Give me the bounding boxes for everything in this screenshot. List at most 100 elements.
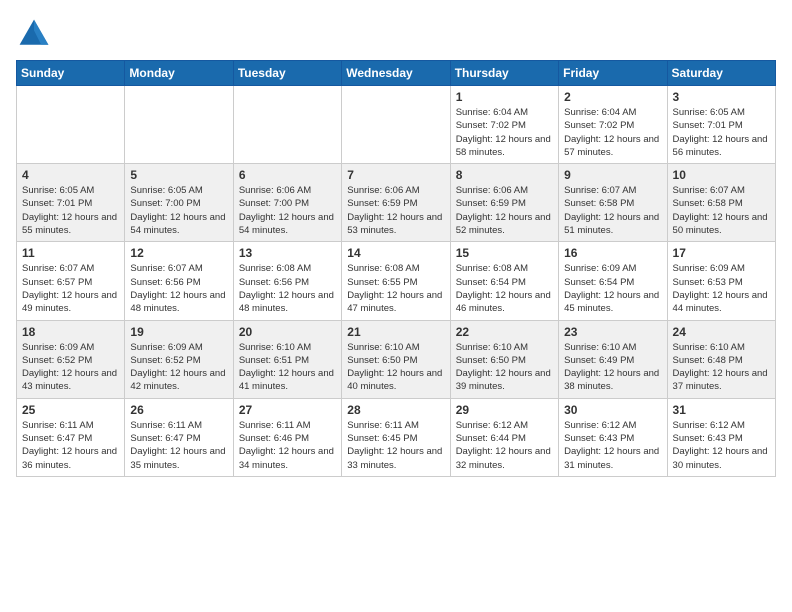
calendar-cell: 20 Sunrise: 6:10 AM Sunset: 6:51 PM Dayli… (233, 320, 341, 398)
day-info: Sunrise: 6:10 AM Sunset: 6:50 PM Dayligh… (456, 341, 553, 394)
calendar-cell: 18 Sunrise: 6:09 AM Sunset: 6:52 PM Dayli… (17, 320, 125, 398)
calendar-cell: 24Sunrise: 6:10 AM Sunset: 6:48 PM Dayli… (667, 320, 775, 398)
calendar-cell: 30 Sunrise: 6:12 AM Sunset: 6:43 PM Dayli… (559, 398, 667, 476)
day-number: 7 (347, 168, 444, 182)
calendar-cell: 11 Sunrise: 6:07 AM Sunset: 6:57 PM Dayli… (17, 242, 125, 320)
calendar-cell (342, 86, 450, 164)
day-number: 27 (239, 403, 336, 417)
day-info: Sunrise: 6:04 AM Sunset: 7:02 PM Dayligh… (456, 106, 553, 159)
col-header-friday: Friday (559, 61, 667, 86)
day-info: Sunrise: 6:10 AM Sunset: 6:51 PM Dayligh… (239, 341, 336, 394)
col-header-tuesday: Tuesday (233, 61, 341, 86)
day-number: 28 (347, 403, 444, 417)
day-number: 30 (564, 403, 661, 417)
day-number: 25 (22, 403, 119, 417)
calendar-cell: 1 Sunrise: 6:04 AM Sunset: 7:02 PM Daylig… (450, 86, 558, 164)
day-info: Sunrise: 6:09 AM Sunset: 6:53 PM Dayligh… (673, 262, 770, 315)
calendar-cell: 8Sunrise: 6:06 AM Sunset: 6:59 PM Daylig… (450, 164, 558, 242)
day-number: 2 (564, 90, 661, 104)
day-number: 3 (673, 90, 770, 104)
col-header-sunday: Sunday (17, 61, 125, 86)
calendar-header-row: SundayMondayTuesdayWednesdayThursdayFrid… (17, 61, 776, 86)
day-info: Sunrise: 6:05 AM Sunset: 7:01 PM Dayligh… (22, 184, 119, 237)
day-number: 10 (673, 168, 770, 182)
day-info: Sunrise: 6:04 AM Sunset: 7:02 PM Dayligh… (564, 106, 661, 159)
calendar-cell: 9 Sunrise: 6:07 AM Sunset: 6:58 PM Daylig… (559, 164, 667, 242)
calendar-cell: 17 Sunrise: 6:09 AM Sunset: 6:53 PM Dayli… (667, 242, 775, 320)
calendar-cell: 6 Sunrise: 6:06 AM Sunset: 7:00 PM Daylig… (233, 164, 341, 242)
calendar-cell: 28 Sunrise: 6:11 AM Sunset: 6:45 PM Dayli… (342, 398, 450, 476)
day-info: Sunrise: 6:10 AM Sunset: 6:48 PM Dayligh… (673, 341, 770, 394)
logo-icon (16, 16, 52, 52)
day-number: 22 (456, 325, 553, 339)
day-number: 20 (239, 325, 336, 339)
day-info: Sunrise: 6:11 AM Sunset: 6:46 PM Dayligh… (239, 419, 336, 472)
day-number: 1 (456, 90, 553, 104)
day-info: Sunrise: 6:06 AM Sunset: 6:59 PM Dayligh… (347, 184, 444, 237)
day-number: 19 (130, 325, 227, 339)
day-number: 5 (130, 168, 227, 182)
calendar-cell: 15Sunrise: 6:08 AM Sunset: 6:54 PM Dayli… (450, 242, 558, 320)
calendar-cell: 22 Sunrise: 6:10 AM Sunset: 6:50 PM Dayli… (450, 320, 558, 398)
day-number: 9 (564, 168, 661, 182)
calendar-cell (17, 86, 125, 164)
day-info: Sunrise: 6:07 AM Sunset: 6:58 PM Dayligh… (564, 184, 661, 237)
calendar-cell: 10 Sunrise: 6:07 AM Sunset: 6:58 PM Dayli… (667, 164, 775, 242)
day-info: Sunrise: 6:11 AM Sunset: 6:47 PM Dayligh… (22, 419, 119, 472)
day-number: 18 (22, 325, 119, 339)
day-info: Sunrise: 6:10 AM Sunset: 6:50 PM Dayligh… (347, 341, 444, 394)
day-info: Sunrise: 6:10 AM Sunset: 6:49 PM Dayligh… (564, 341, 661, 394)
day-info: Sunrise: 6:07 AM Sunset: 6:57 PM Dayligh… (22, 262, 119, 315)
calendar-cell: 25 Sunrise: 6:11 AM Sunset: 6:47 PM Dayli… (17, 398, 125, 476)
calendar-cell: 31 Sunrise: 6:12 AM Sunset: 6:43 PM Dayli… (667, 398, 775, 476)
calendar-cell: 27 Sunrise: 6:11 AM Sunset: 6:46 PM Dayli… (233, 398, 341, 476)
day-number: 13 (239, 246, 336, 260)
calendar-cell: 7 Sunrise: 6:06 AM Sunset: 6:59 PM Daylig… (342, 164, 450, 242)
day-number: 29 (456, 403, 553, 417)
calendar-week-row: 1 Sunrise: 6:04 AM Sunset: 7:02 PM Daylig… (17, 86, 776, 164)
calendar-cell: 3 Sunrise: 6:05 AM Sunset: 7:01 PM Daylig… (667, 86, 775, 164)
day-info: Sunrise: 6:07 AM Sunset: 6:56 PM Dayligh… (130, 262, 227, 315)
day-number: 12 (130, 246, 227, 260)
day-number: 23 (564, 325, 661, 339)
calendar-cell: 16Sunrise: 6:09 AM Sunset: 6:54 PM Dayli… (559, 242, 667, 320)
col-header-saturday: Saturday (667, 61, 775, 86)
calendar-week-row: 25 Sunrise: 6:11 AM Sunset: 6:47 PM Dayli… (17, 398, 776, 476)
calendar-table: SundayMondayTuesdayWednesdayThursdayFrid… (16, 60, 776, 477)
day-number: 15 (456, 246, 553, 260)
day-info: Sunrise: 6:07 AM Sunset: 6:58 PM Dayligh… (673, 184, 770, 237)
calendar-cell: 12 Sunrise: 6:07 AM Sunset: 6:56 PM Dayli… (125, 242, 233, 320)
day-info: Sunrise: 6:09 AM Sunset: 6:52 PM Dayligh… (22, 341, 119, 394)
col-header-thursday: Thursday (450, 61, 558, 86)
calendar-cell: 5 Sunrise: 6:05 AM Sunset: 7:00 PM Daylig… (125, 164, 233, 242)
day-info: Sunrise: 6:08 AM Sunset: 6:56 PM Dayligh… (239, 262, 336, 315)
col-header-monday: Monday (125, 61, 233, 86)
day-info: Sunrise: 6:12 AM Sunset: 6:43 PM Dayligh… (564, 419, 661, 472)
calendar-cell: 13 Sunrise: 6:08 AM Sunset: 6:56 PM Dayli… (233, 242, 341, 320)
day-info: Sunrise: 6:11 AM Sunset: 6:47 PM Dayligh… (130, 419, 227, 472)
day-number: 8 (456, 168, 553, 182)
day-info: Sunrise: 6:12 AM Sunset: 6:43 PM Dayligh… (673, 419, 770, 472)
col-header-wednesday: Wednesday (342, 61, 450, 86)
calendar-cell: 23 Sunrise: 6:10 AM Sunset: 6:49 PM Dayli… (559, 320, 667, 398)
day-number: 26 (130, 403, 227, 417)
day-info: Sunrise: 6:05 AM Sunset: 7:00 PM Dayligh… (130, 184, 227, 237)
calendar-cell: 14Sunrise: 6:08 AM Sunset: 6:55 PM Dayli… (342, 242, 450, 320)
day-info: Sunrise: 6:06 AM Sunset: 7:00 PM Dayligh… (239, 184, 336, 237)
day-number: 14 (347, 246, 444, 260)
day-number: 11 (22, 246, 119, 260)
day-info: Sunrise: 6:05 AM Sunset: 7:01 PM Dayligh… (673, 106, 770, 159)
calendar-week-row: 4 Sunrise: 6:05 AM Sunset: 7:01 PM Daylig… (17, 164, 776, 242)
day-number: 6 (239, 168, 336, 182)
day-number: 31 (673, 403, 770, 417)
calendar-cell (233, 86, 341, 164)
day-number: 4 (22, 168, 119, 182)
calendar-cell: 4 Sunrise: 6:05 AM Sunset: 7:01 PM Daylig… (17, 164, 125, 242)
day-info: Sunrise: 6:11 AM Sunset: 6:45 PM Dayligh… (347, 419, 444, 472)
calendar-cell (125, 86, 233, 164)
day-number: 16 (564, 246, 661, 260)
logo (16, 16, 56, 52)
calendar-cell: 29Sunrise: 6:12 AM Sunset: 6:44 PM Dayli… (450, 398, 558, 476)
calendar-cell: 2 Sunrise: 6:04 AM Sunset: 7:02 PM Daylig… (559, 86, 667, 164)
day-number: 17 (673, 246, 770, 260)
